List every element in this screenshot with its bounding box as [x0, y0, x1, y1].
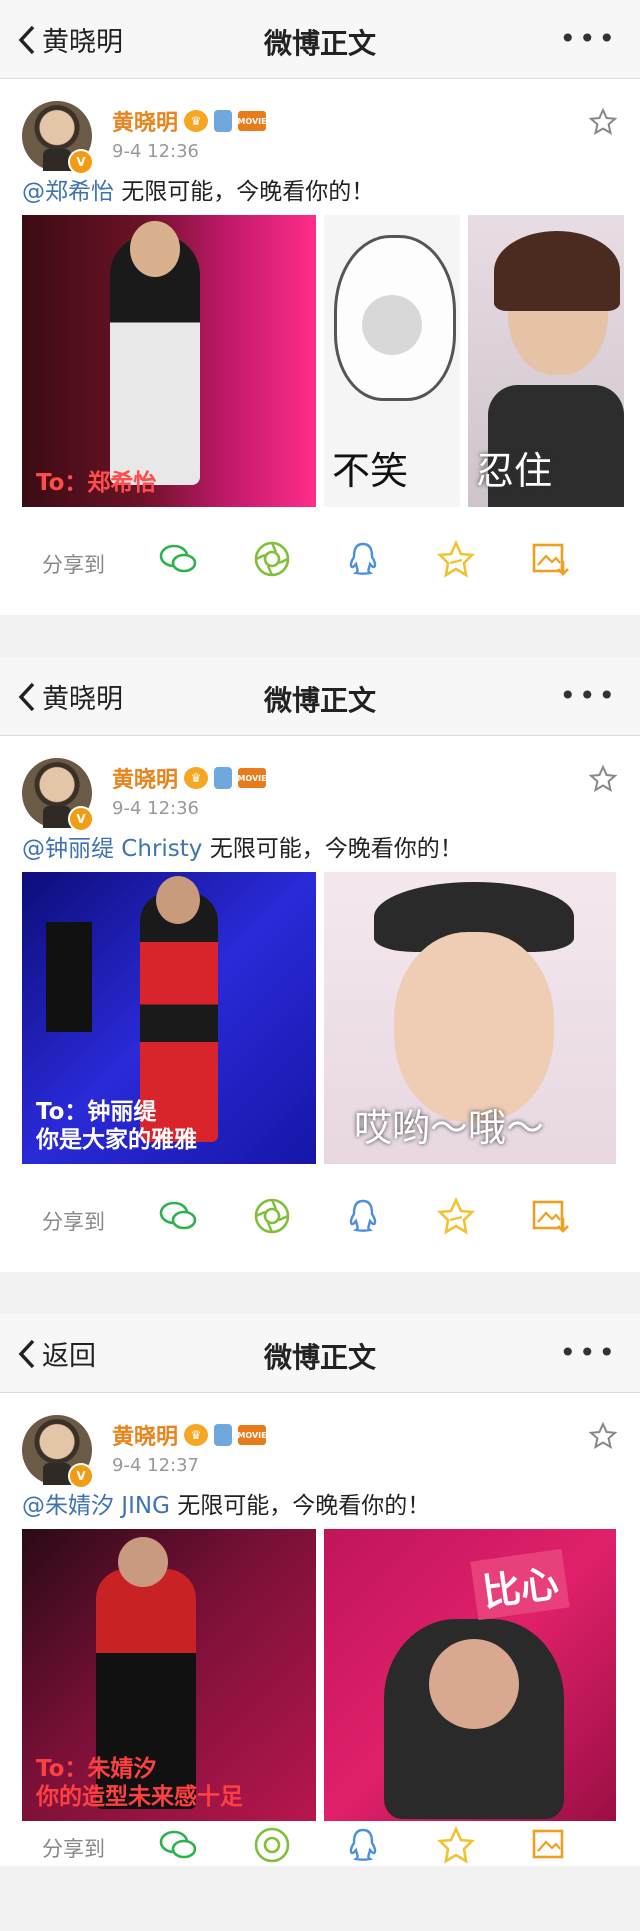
- post-image[interactable]: 比心: [324, 1529, 616, 1821]
- share-label: 分享到: [42, 1837, 105, 1861]
- post-image[interactable]: To：钟丽缇 你是大家的雅雅: [22, 872, 316, 1164]
- image-caption: 哎哟～哦～: [354, 1106, 545, 1150]
- qq-icon[interactable]: [343, 539, 383, 579]
- page-title: 微博正文: [263, 684, 376, 717]
- movie-icon: MOVIE: [237, 1425, 267, 1445]
- image-caption: 忍住: [476, 449, 553, 493]
- qq-icon[interactable]: [343, 1196, 383, 1236]
- share-label: 分享到: [42, 1210, 105, 1234]
- post-body: 无限可能，今晚看你的！: [169, 1493, 431, 1519]
- crown-icon: ♛: [184, 767, 209, 789]
- star-outline-icon[interactable]: [588, 107, 618, 137]
- image-caption: To：朱婧汐 你的造型未来感十足: [36, 1756, 243, 1810]
- post-image[interactable]: To：郑希怡: [22, 215, 316, 507]
- post-image[interactable]: 忍住: [468, 215, 624, 507]
- post-divider: [0, 1272, 640, 1314]
- star-outline-icon[interactable]: [588, 1421, 618, 1451]
- mention-link[interactable]: @钟丽缇 Christy: [22, 836, 202, 862]
- image-grid: To：郑希怡 不笑 忍住: [0, 215, 640, 507]
- image-grid: To：钟丽缇 你是大家的雅雅 哎哟～哦～: [0, 872, 640, 1164]
- movie-icon: MOVIE: [237, 111, 267, 131]
- favorite-star-icon[interactable]: [436, 539, 476, 579]
- more-button[interactable]: •••: [559, 679, 618, 712]
- crown-icon: ♛: [184, 1424, 209, 1446]
- favorite-star-icon[interactable]: [436, 1825, 476, 1865]
- page-title: 微博正文: [263, 1341, 376, 1374]
- post-time: 9-4 12:36: [112, 798, 199, 819]
- share-bar: 分享到: [0, 507, 640, 615]
- post-text: @郑希怡 无限可能，今晚看你的！: [0, 175, 640, 215]
- user-name[interactable]: 黄晓明: [112, 1419, 178, 1451]
- bag-icon: [214, 110, 233, 132]
- post-text: @钟丽缇 Christy 无限可能，今晚看你的！: [0, 832, 640, 872]
- more-button[interactable]: •••: [559, 22, 618, 55]
- qq-icon[interactable]: [343, 1825, 383, 1865]
- image-caption: 不笑: [332, 449, 409, 493]
- post-header: V 黄晓明 ♛ MOVIE 9-4 12:37: [0, 1393, 640, 1489]
- post-image[interactable]: To：朱婧汐 你的造型未来感十足: [22, 1529, 316, 1821]
- post-text: @朱婧汐 JING 无限可能，今晚看你的！: [0, 1489, 640, 1529]
- wechat-icon[interactable]: [158, 539, 198, 579]
- mention-link[interactable]: @朱婧汐 JING: [22, 1493, 170, 1519]
- image-caption: 比心: [470, 1548, 570, 1621]
- save-image-icon[interactable]: [530, 1825, 570, 1865]
- bag-icon: [214, 1424, 233, 1446]
- nav-bar: 返回 微博正文 •••: [0, 1314, 640, 1393]
- movie-icon: MOVIE: [237, 768, 267, 788]
- share-bar: 分享到: [0, 1164, 640, 1272]
- post-image[interactable]: 不笑: [324, 215, 460, 507]
- image-caption: To：钟丽缇 你是大家的雅雅: [36, 1099, 197, 1153]
- post-body: 无限可能，今晚看你的！: [114, 179, 375, 205]
- wechat-icon[interactable]: [158, 1196, 198, 1236]
- post-header: V 黄晓明 ♛ MOVIE 9-4 12:36: [0, 736, 640, 832]
- moments-icon[interactable]: [252, 1196, 292, 1236]
- image-grid: To：朱婧汐 你的造型未来感十足 比心: [0, 1529, 640, 1821]
- bag-icon: [214, 767, 233, 789]
- share-label: 分享到: [42, 553, 105, 577]
- verified-badge: V: [68, 806, 94, 832]
- post-image[interactable]: 哎哟～哦～: [324, 872, 616, 1164]
- wechat-icon[interactable]: [158, 1825, 198, 1865]
- post-time: 9-4 12:36: [112, 141, 199, 162]
- nav-bar: 黄晓明 微博正文 •••: [0, 0, 640, 79]
- moments-icon[interactable]: [252, 1825, 292, 1865]
- post-divider: [0, 615, 640, 657]
- page-title: 微博正文: [263, 27, 376, 60]
- post-header: V 黄晓明 ♛ MOVIE 9-4 12:36: [0, 79, 640, 175]
- crown-icon: ♛: [184, 110, 209, 132]
- more-button[interactable]: •••: [559, 1336, 618, 1369]
- verified-badge: V: [68, 1463, 94, 1489]
- image-caption: To：郑希怡: [36, 470, 157, 496]
- save-image-icon[interactable]: [530, 1196, 570, 1236]
- post-time: 9-4 12:37: [112, 1455, 199, 1476]
- post-body: 无限可能，今晚看你的！: [202, 836, 463, 862]
- nav-bar: 黄晓明 微博正文 •••: [0, 657, 640, 736]
- star-outline-icon[interactable]: [588, 764, 618, 794]
- user-name[interactable]: 黄晓明: [112, 105, 178, 137]
- verified-badge: V: [68, 149, 94, 175]
- mention-link[interactable]: @郑希怡: [22, 179, 114, 205]
- favorite-star-icon[interactable]: [436, 1196, 476, 1236]
- user-name[interactable]: 黄晓明: [112, 762, 178, 794]
- share-bar: 分享到: [0, 1821, 640, 1866]
- save-image-icon[interactable]: [530, 539, 570, 579]
- moments-icon[interactable]: [252, 539, 292, 579]
